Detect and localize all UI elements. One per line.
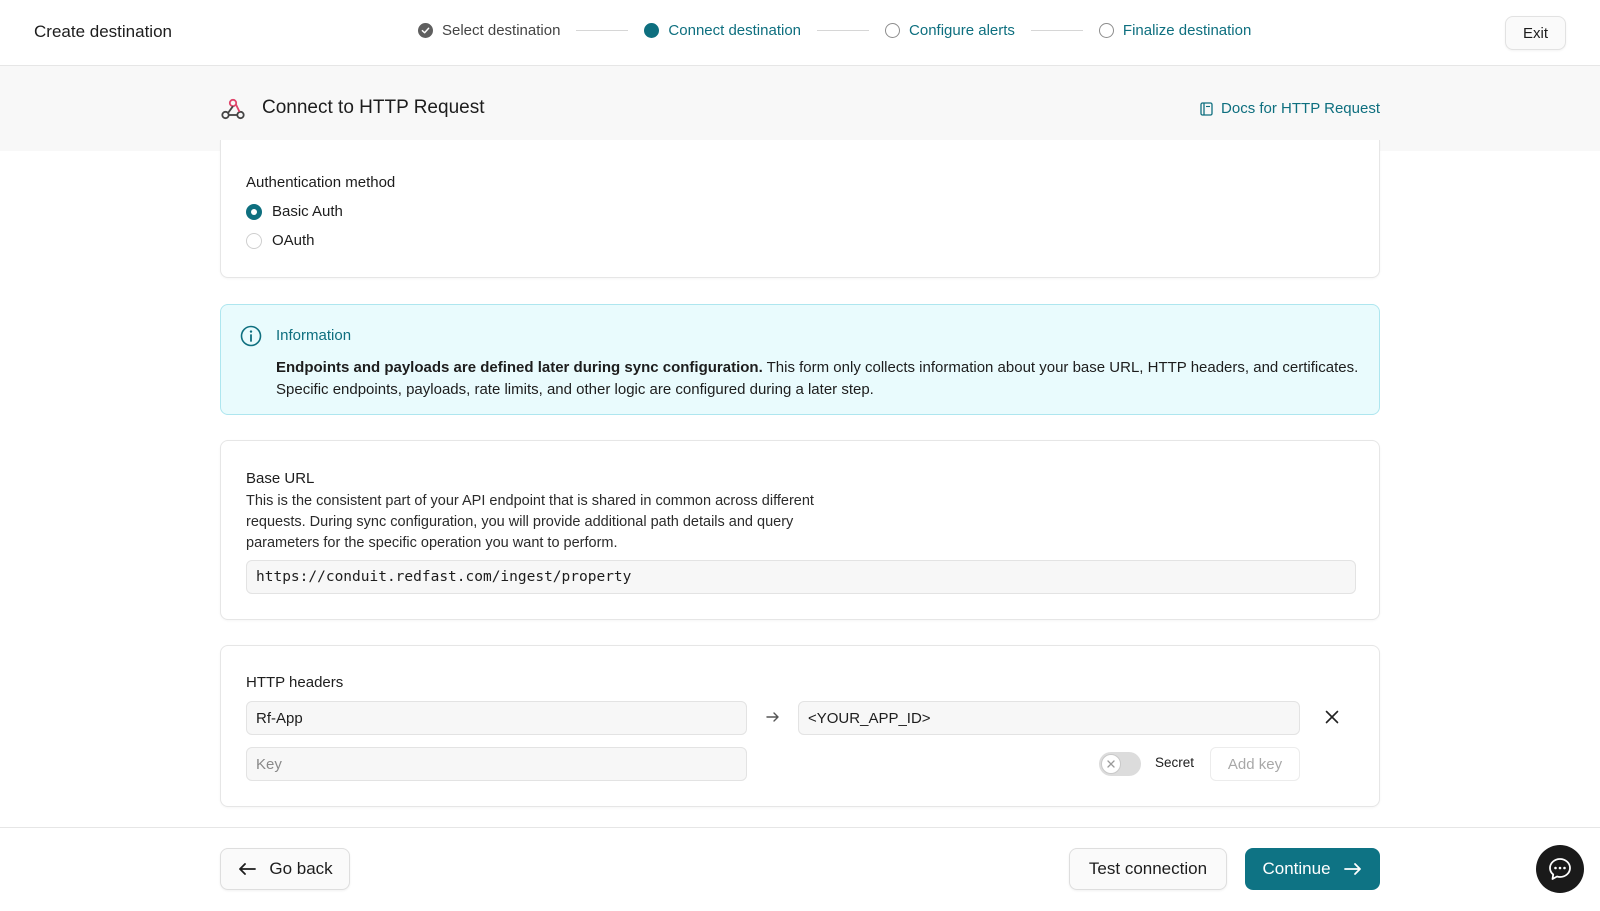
header-value-input[interactable]: <YOUR_APP_ID> [798,701,1300,735]
radio-label: Basic Auth [272,203,343,220]
secret-label: Secret [1155,755,1195,770]
radio-label: OAuth [272,232,315,249]
radio-checked-icon [246,203,262,220]
step-configure-alerts[interactable]: Configure alerts [885,22,1015,39]
exit-button[interactable]: Exit [1505,16,1566,50]
step-connector [576,30,629,31]
step-connector [1030,30,1083,31]
x-icon [1107,760,1115,768]
step-select-destination[interactable]: Select destination [418,22,560,39]
page-title: Create destination [34,22,172,41]
info-icon [240,325,262,347]
auth-method-label: Authentication method [246,174,396,191]
http-headers-card: HTTP headers Rf-App <YOUR_APP_ID> Key Se… [220,645,1380,807]
new-header-key-input[interactable]: Key [246,747,747,781]
header-key-input[interactable]: Rf-App [246,701,747,735]
book-icon [1200,101,1213,116]
pending-step-icon [885,23,901,38]
go-back-label: Go back [269,859,333,878]
continue-button[interactable]: Continue [1245,848,1380,890]
check-icon [418,23,433,38]
docs-link-label: Docs for HTTP Request [1221,100,1380,117]
arrow-right-icon [1343,863,1361,875]
chat-button[interactable] [1536,845,1584,893]
docs-link[interactable]: Docs for HTTP Request [1200,100,1380,117]
step-connector [817,30,870,31]
pending-step-icon [1098,23,1114,38]
step-finalize-destination[interactable]: Finalize destination [1098,22,1252,39]
stepper: Select destination Connect destination C… [418,22,1251,39]
test-connection-button[interactable]: Test connection [1069,848,1227,890]
http-headers-label: HTTP headers [246,674,344,691]
chat-icon [1549,858,1571,880]
radio-unchecked-icon [246,232,262,249]
base-url-description: This is the consistent part of your API … [246,493,814,551]
info-body: Endpoints and payloads are defined later… [276,357,1366,401]
step-label: Select destination [442,22,561,39]
continue-label: Continue [1262,859,1331,878]
step-label: Finalize destination [1122,22,1252,39]
radio-basic-auth[interactable]: Basic Auth [246,203,343,220]
base-url-input[interactable]: https://conduit.redfast.com/ingest/prope… [246,560,1356,594]
arrow-right-icon [766,712,779,722]
step-connect-destination[interactable]: Connect destination [644,22,801,39]
active-step-icon [644,23,660,38]
top-bar: Create destination Select destination Co… [0,0,1600,66]
step-label: Configure alerts [909,22,1015,39]
info-bold-text: Endpoints and payloads are defined later… [276,359,763,376]
webhook-icon [221,98,245,120]
base-url-card: Base URL This is the consistent part of … [220,440,1380,620]
auth-card: Authentication method Basic Auth OAuth [220,140,1380,278]
close-icon[interactable] [1324,709,1340,725]
base-url-label: Base URL [246,470,315,487]
arrow-left-icon [239,863,257,875]
go-back-button[interactable]: Go back [220,848,350,890]
secret-toggle[interactable] [1099,752,1141,776]
toggle-knob [1101,754,1121,774]
info-title: Information [276,327,352,344]
radio-oauth[interactable]: OAuth [246,232,315,249]
info-callout: Information Endpoints and payloads are d… [220,304,1380,415]
step-label: Connect destination [668,22,802,39]
connect-title: Connect to HTTP Request [262,97,485,118]
add-key-button[interactable]: Add key [1210,747,1300,781]
